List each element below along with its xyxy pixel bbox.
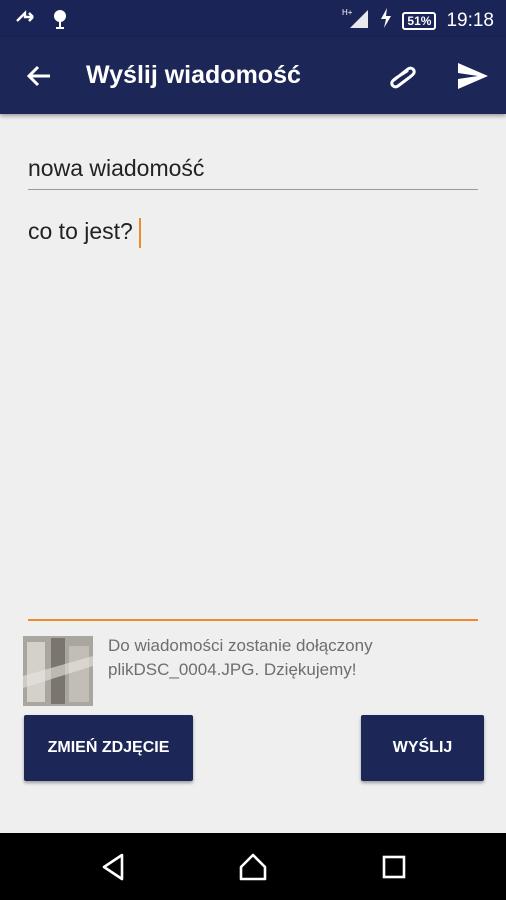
status-time: 19:18 bbox=[446, 9, 494, 31]
attachment-thumbnail bbox=[23, 636, 93, 706]
svg-text:H+: H+ bbox=[342, 8, 353, 17]
triangle-back-icon[interactable] bbox=[98, 851, 130, 883]
status-bar: H+ 51% 19:18 bbox=[0, 0, 506, 37]
charging-icon bbox=[380, 8, 392, 33]
subject-field[interactable]: nowa wiadomość bbox=[28, 140, 478, 190]
home-icon[interactable] bbox=[237, 851, 269, 883]
send-button[interactable]: WYŚLIJ bbox=[361, 715, 484, 781]
message-text: co to jest? bbox=[28, 218, 133, 245]
battery-indicator: 51% bbox=[402, 11, 437, 30]
attachment-note: Do wiadomości zostanie dołączony plikDSC… bbox=[108, 636, 373, 679]
change-photo-button[interactable]: ZMIEŃ ZDJĘCIE bbox=[24, 715, 193, 781]
send-icon[interactable] bbox=[456, 59, 490, 93]
text-cursor bbox=[138, 218, 141, 248]
message-field[interactable]: co to jest? bbox=[28, 218, 478, 621]
signal-icon: H+ bbox=[342, 6, 370, 35]
arrow-back-icon[interactable] bbox=[24, 61, 54, 91]
app-bar: Wyślij wiadomość bbox=[0, 37, 506, 114]
paperclip-icon[interactable] bbox=[386, 61, 422, 91]
android-icon bbox=[50, 7, 70, 36]
page-title: Wyślij wiadomość bbox=[86, 61, 301, 89]
sync-icon bbox=[14, 7, 36, 36]
square-recents-icon[interactable] bbox=[378, 851, 410, 883]
navigation-bar bbox=[0, 833, 506, 900]
